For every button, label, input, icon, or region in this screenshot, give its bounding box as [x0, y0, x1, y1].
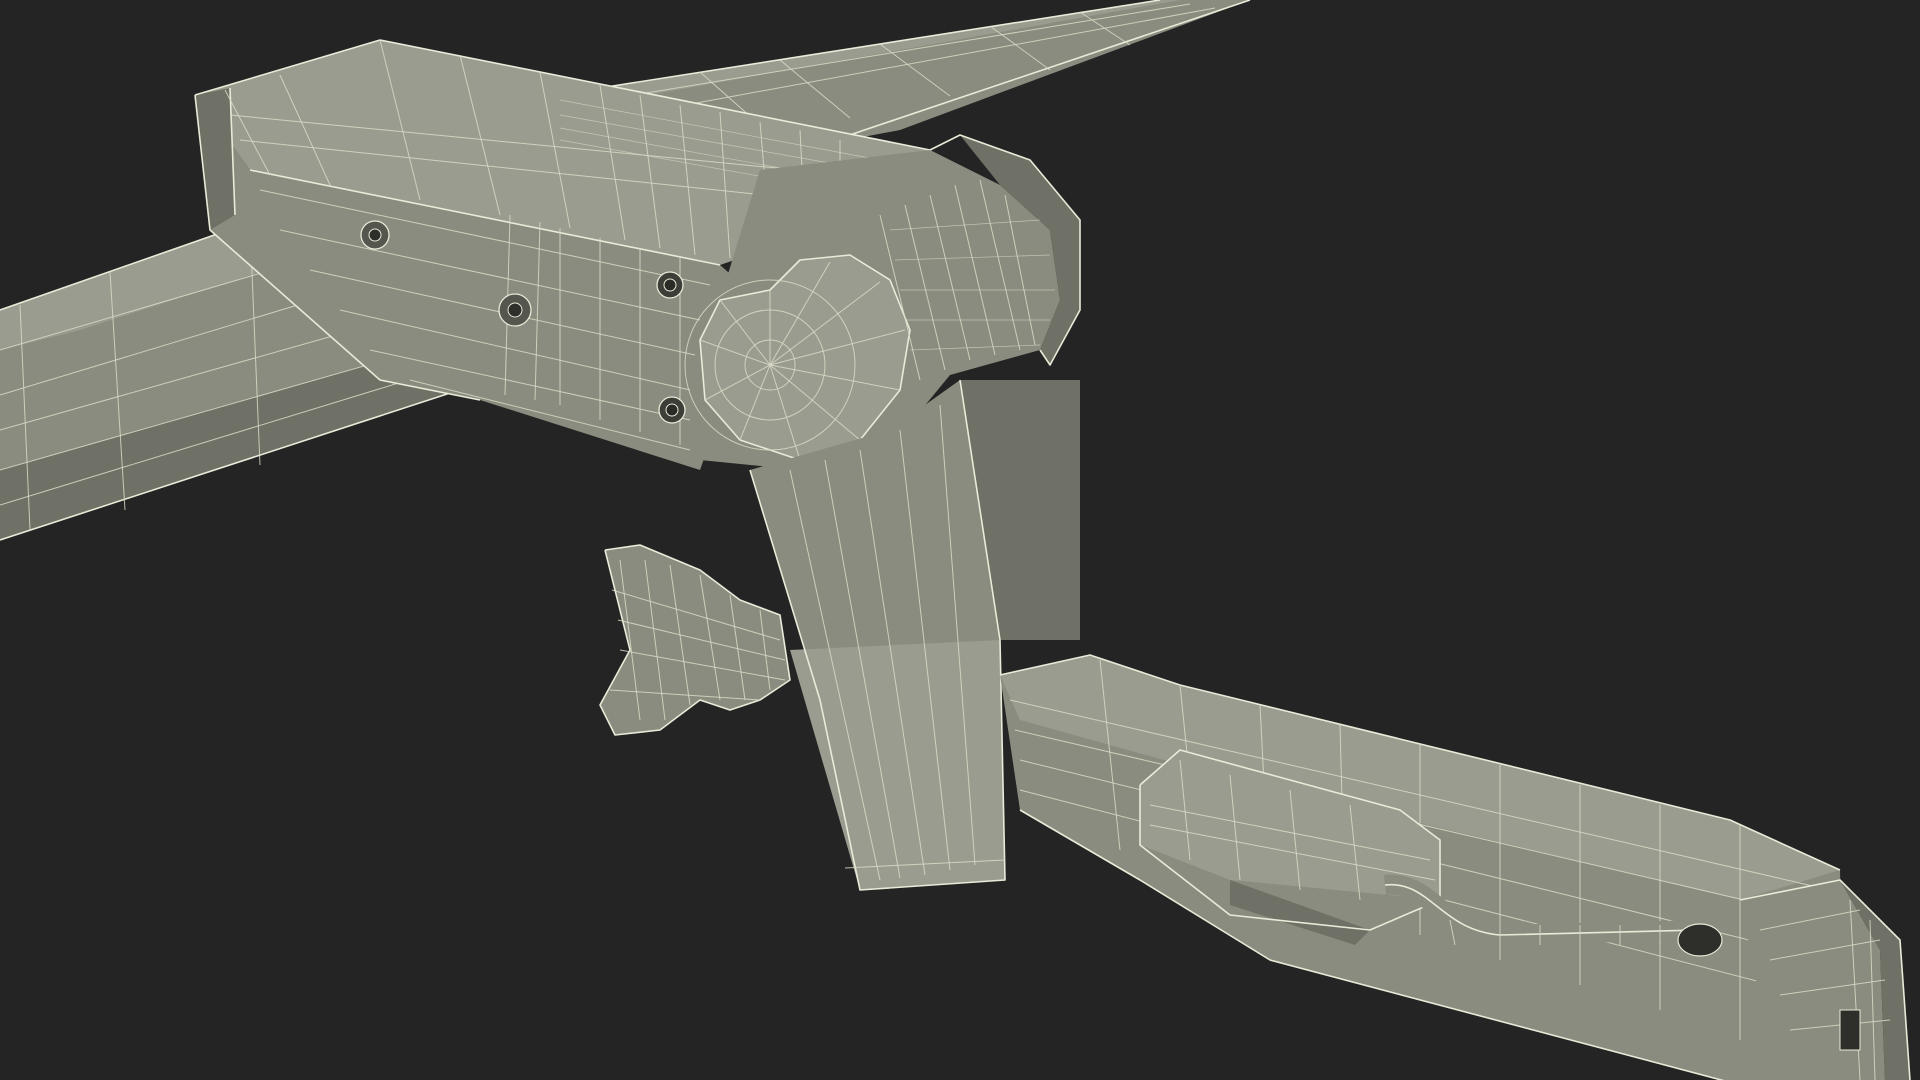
wireframe-model [0, 0, 1911, 1080]
adjustment-knob [599, 544, 791, 736]
bolt-hole-2 [498, 293, 532, 327]
bolt-hole-4 [658, 396, 686, 424]
render-viewport [0, 0, 1920, 1080]
bolt-hole-3 [656, 271, 684, 299]
bolt-hole-1 [360, 220, 390, 250]
